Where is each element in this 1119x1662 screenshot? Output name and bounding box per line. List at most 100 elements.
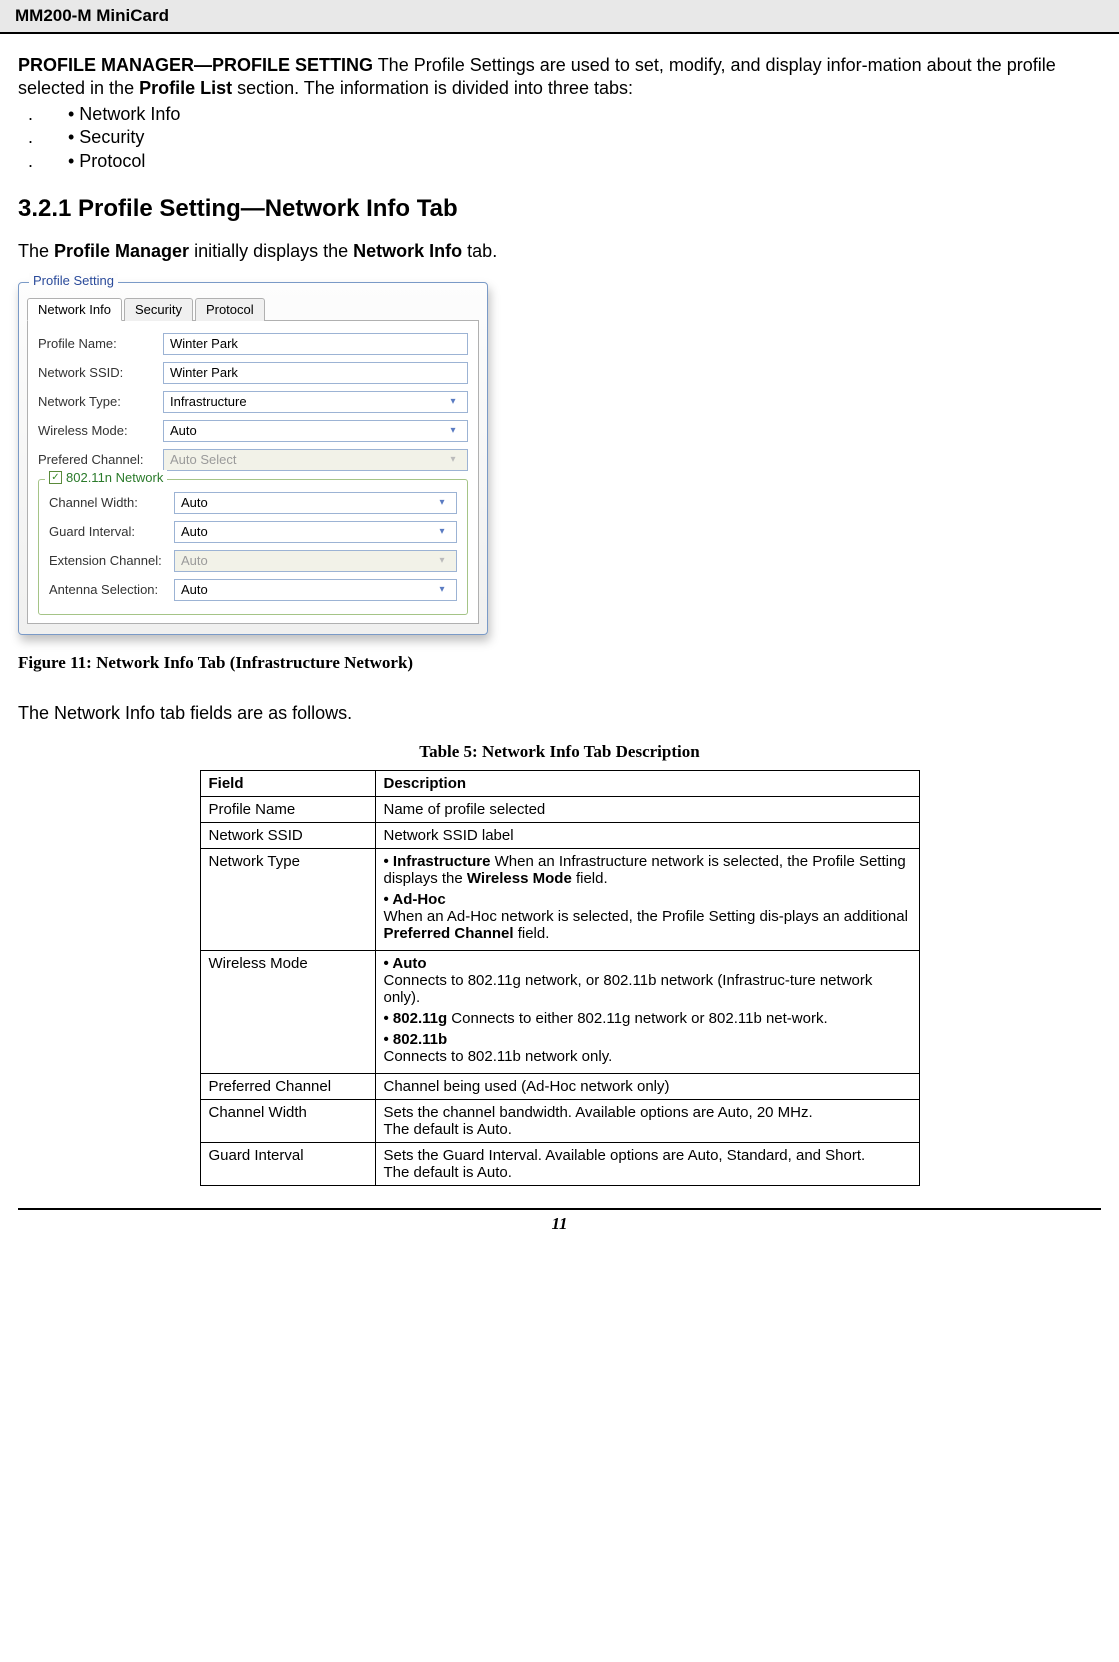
cell-description: Channel being used (Ad-Hoc network only)	[375, 1073, 919, 1099]
group-80211n: ✓ 802.11n Network Channel Width: Auto ▾ …	[38, 479, 468, 615]
select-preferred-channel: Auto Select ▾	[163, 449, 468, 471]
row-channel-width: Channel Width: Auto ▾	[49, 492, 457, 514]
select-wireless-mode[interactable]: Auto ▾	[163, 420, 468, 442]
intro-lead-bold2: Profile List	[139, 78, 232, 98]
value-extension-channel: Auto	[181, 553, 208, 568]
screenshot-panel: Profile Setting Network Info Security Pr…	[18, 282, 488, 635]
bullet-marker: .	[18, 103, 68, 126]
row-guard-interval: Guard Interval: Auto ▾	[49, 521, 457, 543]
intro-bullets: . • Network Info . • Security . • Protoc…	[18, 103, 1101, 173]
table-row: Wireless Mode• AutoConnects to 802.11g n…	[200, 950, 919, 1073]
tab-network-info[interactable]: Network Info	[27, 298, 122, 321]
select-channel-width[interactable]: Auto ▾	[174, 492, 457, 514]
row-wireless-mode: Wireless Mode: Auto ▾	[38, 420, 468, 442]
chevron-down-icon: ▾	[445, 425, 461, 436]
checkbox-80211n[interactable]: ✓	[49, 471, 62, 484]
select-antenna-selection[interactable]: Auto ▾	[174, 579, 457, 601]
label-guard-interval: Guard Interval:	[49, 524, 174, 539]
table-row: Preferred ChannelChannel being used (Ad-…	[200, 1073, 919, 1099]
table-row: Profile NameName of profile selected	[200, 796, 919, 822]
row-preferred-channel: Prefered Channel: Auto Select ▾	[38, 449, 468, 471]
value-network-ssid: Winter Park	[170, 365, 238, 380]
chevron-down-icon: ▾	[434, 584, 450, 595]
network-info-table: Field Description Profile NameName of pr…	[200, 770, 920, 1186]
table-row: Network Type• Infrastructure When an Inf…	[200, 848, 919, 950]
label-wireless-mode: Wireless Mode:	[38, 423, 163, 438]
row-network-type: Network Type: Infrastructure ▾	[38, 391, 468, 413]
tab-security[interactable]: Security	[124, 298, 193, 321]
value-channel-width: Auto	[181, 495, 208, 510]
chevron-down-icon: ▾	[445, 396, 461, 407]
bullet-row: . • Network Info	[18, 103, 1101, 126]
p1-pre: The	[18, 241, 54, 261]
cell-field: Guard Interval	[200, 1142, 375, 1185]
select-extension-channel: Auto ▾	[174, 550, 457, 572]
p1-mid: initially displays the	[189, 241, 353, 261]
row-profile-name: Profile Name: Winter Park	[38, 333, 468, 355]
label-antenna-selection: Antenna Selection:	[49, 582, 174, 597]
bullet-text: • Network Info	[68, 103, 180, 126]
figure-caption: Figure 11: Network Info Tab (Infrastruct…	[18, 653, 1101, 673]
row-extension-channel: Extension Channel: Auto ▾	[49, 550, 457, 572]
label-network-ssid: Network SSID:	[38, 365, 163, 380]
cell-description: Sets the channel bandwidth. Available op…	[375, 1099, 919, 1142]
value-network-type: Infrastructure	[170, 394, 247, 409]
value-profile-name: Winter Park	[170, 336, 238, 351]
paragraph-2: The Network Info tab fields are as follo…	[18, 703, 1101, 724]
value-wireless-mode: Auto	[170, 423, 197, 438]
chevron-down-icon: ▾	[434, 497, 450, 508]
cell-field: Profile Name	[200, 796, 375, 822]
input-profile-name[interactable]: Winter Park	[163, 333, 468, 355]
label-profile-name: Profile Name:	[38, 336, 163, 351]
group-80211n-caption: ✓ 802.11n Network	[45, 470, 167, 485]
table-caption: Table 5: Network Info Tab Description	[18, 742, 1101, 762]
cell-description: Sets the Guard Interval. Available optio…	[375, 1142, 919, 1185]
table-row: Network SSIDNetwork SSID label	[200, 822, 919, 848]
select-network-type[interactable]: Infrastructure ▾	[163, 391, 468, 413]
bullet-marker: .	[18, 126, 68, 149]
profile-setting-groupbox: Profile Setting Network Info Security Pr…	[18, 282, 488, 635]
cell-field: Wireless Mode	[200, 950, 375, 1073]
p1-b2: Network Info	[353, 241, 462, 261]
th-field: Field	[200, 770, 375, 796]
p1-b1: Profile Manager	[54, 241, 189, 261]
section-heading: 3.2.1 Profile Setting—Network Info Tab	[18, 195, 1101, 223]
cell-description: Network SSID label	[375, 822, 919, 848]
table-row: Guard IntervalSets the Guard Interval. A…	[200, 1142, 919, 1185]
chevron-down-icon: ▾	[434, 555, 450, 566]
group-80211n-label: 802.11n Network	[66, 470, 163, 485]
value-preferred-channel: Auto Select	[170, 452, 237, 467]
label-network-type: Network Type:	[38, 394, 163, 409]
label-preferred-channel: Prefered Channel:	[38, 452, 163, 467]
select-guard-interval[interactable]: Auto ▾	[174, 521, 457, 543]
row-antenna-selection: Antenna Selection: Auto ▾	[49, 579, 457, 601]
label-extension-channel: Extension Channel:	[49, 553, 174, 568]
intro-paragraph: PROFILE MANAGER—PROFILE SETTING The Prof…	[18, 54, 1101, 101]
page-number: 11	[0, 1210, 1119, 1248]
cell-field: Network SSID	[200, 822, 375, 848]
cell-description: • Infrastructure When an Infrastructure …	[375, 848, 919, 950]
page-header: MM200-M MiniCard	[0, 0, 1119, 34]
value-guard-interval: Auto	[181, 524, 208, 539]
row-network-ssid: Network SSID: Winter Park	[38, 362, 468, 384]
cell-field: Preferred Channel	[200, 1073, 375, 1099]
label-channel-width: Channel Width:	[49, 495, 174, 510]
table-wrapper: Field Description Profile NameName of pr…	[18, 770, 1101, 1186]
paragraph-1: The Profile Manager initially displays t…	[18, 241, 1101, 262]
value-antenna-selection: Auto	[181, 582, 208, 597]
tab-panel-network-info: Profile Name: Winter Park Network SSID: …	[27, 321, 479, 624]
bullet-marker: .	[18, 150, 68, 173]
intro-lead-rest2: section. The information is divided into…	[232, 78, 633, 98]
table-row: Channel WidthSets the channel bandwidth.…	[200, 1099, 919, 1142]
bullet-row: . • Protocol	[18, 150, 1101, 173]
tab-protocol[interactable]: Protocol	[195, 298, 265, 321]
bullet-text: • Security	[68, 126, 144, 149]
groupbox-caption: Profile Setting	[29, 273, 118, 288]
th-description: Description	[375, 770, 919, 796]
page-content: PROFILE MANAGER—PROFILE SETTING The Prof…	[0, 34, 1119, 1186]
input-network-ssid[interactable]: Winter Park	[163, 362, 468, 384]
intro-lead-bold: PROFILE MANAGER—PROFILE SETTING	[18, 55, 373, 75]
tab-strip: Network Info Security Protocol	[27, 297, 479, 321]
chevron-down-icon: ▾	[445, 454, 461, 465]
cell-description: • AutoConnects to 802.11g network, or 80…	[375, 950, 919, 1073]
